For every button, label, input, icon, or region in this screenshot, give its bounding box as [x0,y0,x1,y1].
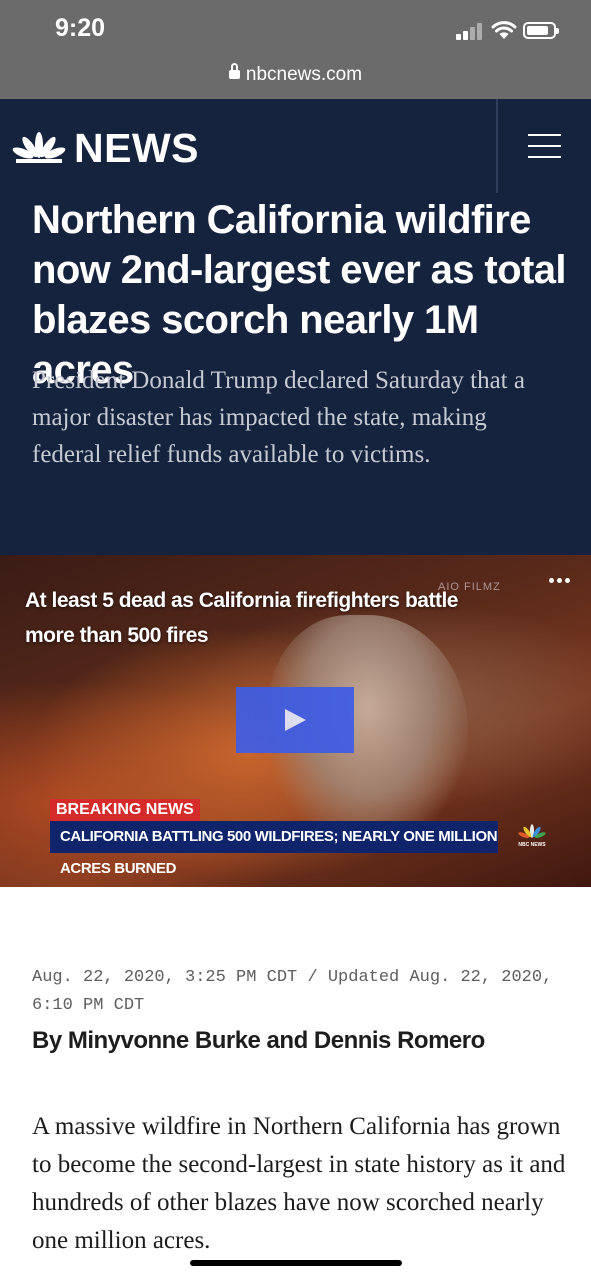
video-player[interactable]: AIO FILMZ At least 5 dead as California … [0,555,591,887]
nbc-peacock-small-icon [518,824,546,838]
wifi-icon [491,21,517,39]
battery-level [527,26,549,35]
status-bar: 9:20 [0,0,591,56]
video-title: At least 5 dead as California firefighte… [25,589,458,647]
article-body: A massive wildfire in Northern Californi… [32,1113,566,1254]
more-options-icon[interactable] [549,578,571,586]
play-icon [285,709,306,731]
lock-icon [228,63,240,79]
ticker-logo-text: NBC NEWS [518,842,546,848]
ticker-logo: NBC NEWS [512,821,552,853]
battery-icon [523,22,559,39]
article-dek: President Donald Trump declared Saturday… [32,367,525,468]
brand-wordmark: NEWS [74,125,199,171]
site-header: NEWS [0,99,591,193]
news-ticker: CALIFORNIA BATTLING 500 WILDFIRES; NEARL… [50,821,498,877]
home-indicator[interactable] [190,1260,402,1266]
cellular-signal-icon [456,22,484,40]
address-bar[interactable]: nbcnews.com [0,56,591,99]
play-button[interactable] [236,687,354,753]
article-hero: NEWS Northern California wildfire now 2n… [0,99,591,555]
article-byline[interactable]: By Minyvonne Burke and Dennis Romero [32,1027,485,1055]
url-text: nbcnews.com [245,64,363,85]
hamburger-menu-icon[interactable] [528,134,561,159]
article-dateline: Aug. 22, 2020, 3:25 PM CDT / Updated Aug… [32,968,553,1015]
nav-divider [496,99,498,193]
breaking-news-label: BREAKING NEWS [50,799,200,821]
status-time: 9:20 [55,14,106,42]
nbc-peacock-icon [12,132,66,163]
